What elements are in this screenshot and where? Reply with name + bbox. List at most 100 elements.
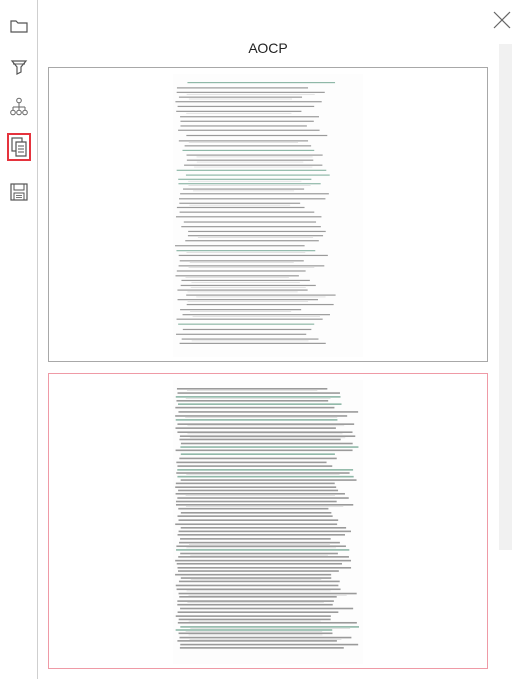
text-line <box>179 457 337 460</box>
close-button[interactable] <box>492 10 512 30</box>
text-line <box>180 193 329 195</box>
text-line <box>175 101 322 103</box>
underline <box>196 156 313 158</box>
underline <box>197 237 314 238</box>
text-line <box>176 250 316 252</box>
folder-icon <box>10 20 28 33</box>
filter-button[interactable] <box>7 55 31 79</box>
text-line <box>177 640 337 642</box>
underline <box>186 112 292 114</box>
scrollbar[interactable] <box>499 44 512 550</box>
text-line <box>179 198 326 200</box>
text-line <box>182 314 330 316</box>
text-line <box>176 333 307 335</box>
text-line <box>185 174 330 176</box>
underline <box>188 185 311 186</box>
text-line <box>176 87 309 89</box>
underline <box>187 301 309 302</box>
text-line <box>180 527 347 529</box>
text-line <box>177 570 339 572</box>
text-line <box>186 159 314 161</box>
underline <box>185 277 289 278</box>
text-line <box>177 611 339 614</box>
text-line <box>181 226 321 228</box>
underline <box>190 287 306 288</box>
underline <box>190 554 328 556</box>
text-line <box>178 592 357 595</box>
text-line <box>178 183 321 185</box>
underline <box>196 296 326 298</box>
document-preview-panel: АОСР <box>38 0 512 679</box>
hierarchy-button[interactable] <box>7 95 31 119</box>
text-line <box>186 134 328 137</box>
underline <box>188 180 302 182</box>
text-line <box>175 486 337 488</box>
text-line <box>182 328 312 331</box>
underline <box>185 631 323 632</box>
underline <box>189 204 291 206</box>
text-line <box>178 129 320 131</box>
page-image <box>173 380 363 664</box>
text-line <box>178 411 359 413</box>
text-line <box>175 573 332 576</box>
text-line <box>177 534 345 536</box>
text-line <box>180 116 319 118</box>
documents-icon <box>11 137 27 157</box>
text-line <box>176 206 305 209</box>
text-line <box>187 82 336 84</box>
text-line <box>176 549 350 551</box>
text-line <box>175 427 336 429</box>
underline <box>189 638 342 640</box>
open-folder-button[interactable] <box>7 14 31 38</box>
text-line <box>175 406 335 409</box>
text-line <box>177 621 357 624</box>
text-line <box>177 289 308 291</box>
text-line <box>186 154 323 156</box>
underline <box>185 495 335 496</box>
text-line <box>176 318 323 320</box>
text-line <box>184 164 323 166</box>
text-line <box>175 449 353 452</box>
text-line <box>178 580 340 583</box>
underline <box>196 161 304 163</box>
text-line <box>177 603 333 606</box>
text-line <box>177 431 353 434</box>
text-line <box>179 211 315 213</box>
underline <box>189 437 346 439</box>
text-line <box>179 636 352 639</box>
text-line <box>180 643 359 646</box>
underline <box>186 390 318 391</box>
text-line <box>178 489 339 492</box>
text-line <box>175 584 339 587</box>
text-line <box>180 284 316 287</box>
underline <box>187 602 324 604</box>
save-button[interactable] <box>7 180 31 204</box>
text-line <box>181 279 310 282</box>
text-line <box>177 423 355 425</box>
text-line <box>175 216 322 218</box>
text-line <box>181 338 319 340</box>
text-line <box>180 607 354 610</box>
underline <box>185 398 331 399</box>
text-line <box>180 538 331 540</box>
text-line <box>175 419 338 421</box>
text-line <box>176 461 327 464</box>
text-line <box>178 541 340 544</box>
underline <box>186 590 331 592</box>
text-line <box>178 403 342 405</box>
text-line <box>178 556 349 558</box>
page-thumbnail-2[interactable] <box>48 373 488 669</box>
underline <box>186 93 315 95</box>
text-line <box>175 492 345 495</box>
underline <box>188 634 323 636</box>
underline <box>193 190 295 192</box>
text-line <box>179 342 326 344</box>
documents-button[interactable] <box>7 133 31 161</box>
text-line <box>175 245 305 247</box>
text-line <box>177 105 315 108</box>
text-line <box>186 294 336 296</box>
page-thumbnail-1[interactable] <box>48 67 488 362</box>
text-line <box>177 515 333 517</box>
text-line <box>188 230 326 233</box>
text-line <box>178 96 303 98</box>
